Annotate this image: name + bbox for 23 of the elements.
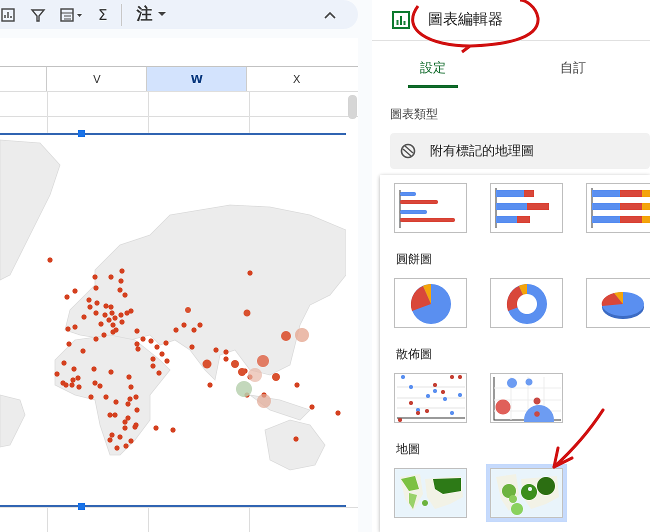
group-title: 圓餅圖 [396,251,433,268]
scrollbar-thumb[interactable] [348,95,358,119]
sum-button[interactable]: Σ [98,6,108,24]
caret-icon [158,12,166,17]
annotation-arrow [552,408,604,468]
chart-icon [392,10,410,29]
filter-icon[interactable] [30,6,46,22]
tab[interactable]: 設定 [408,40,458,88]
column-header[interactable]: X [246,67,346,91]
note-button[interactable]: 注 [136,4,166,25]
chart-type-dropdown[interactable]: 附有標記的地理圖 [390,132,650,169]
column-header[interactable]: W [146,67,246,91]
group-title: 散佈圖 [396,346,433,363]
chart-icon[interactable] [0,6,16,22]
group-title: 地圖 [396,441,421,458]
chart-type-option[interactable] [486,464,567,522]
table-icon[interactable] [60,6,84,22]
resize-handle[interactable] [78,130,85,137]
tab[interactable]: 自訂 [548,40,598,88]
collapse-icon[interactable] [324,10,336,18]
resize-handle[interactable] [78,503,85,510]
panel-title: 圖表編輯器 [428,10,503,30]
field-label: 圖表類型 [389,106,439,123]
